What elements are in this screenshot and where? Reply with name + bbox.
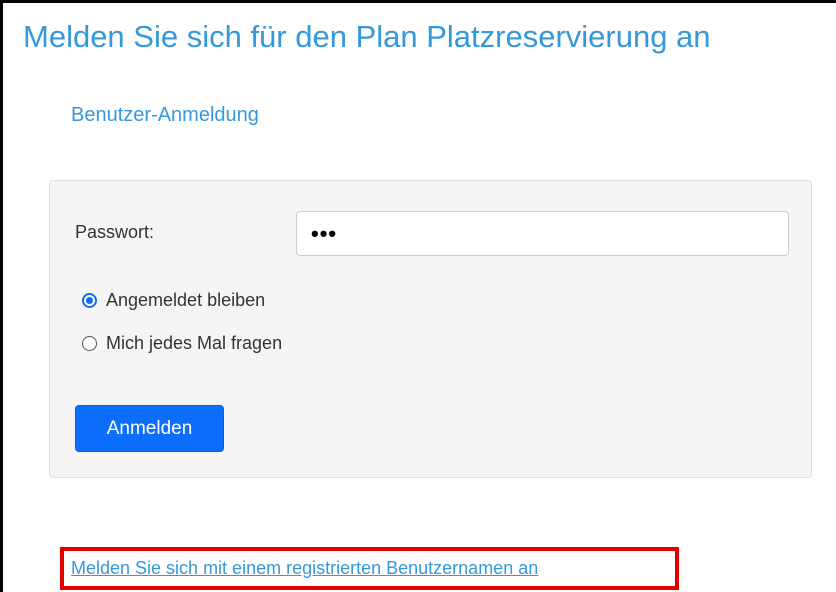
- password-input[interactable]: •••: [296, 211, 789, 256]
- radio-label-stay-signed-in: Angemeldet bleiben: [106, 290, 266, 310]
- page-frame: Melden Sie sich für den Plan Platzreserv…: [0, 0, 836, 592]
- radio-button-unchecked[interactable]: [82, 336, 97, 351]
- login-panel: Passwort: ••• Angemeldet bleiben Mich je…: [49, 180, 812, 478]
- register-username-link[interactable]: Melden Sie sich mit einem registrierten …: [71, 556, 538, 580]
- password-value: •••: [311, 220, 338, 246]
- radio-stay-signed-in[interactable]: Angemeldet bleiben: [82, 290, 265, 311]
- login-button[interactable]: Anmelden: [75, 405, 224, 452]
- password-label: Passwort:: [75, 222, 155, 242]
- radio-ask-every-time[interactable]: Mich jedes Mal fragen: [82, 333, 282, 354]
- page-title: Melden Sie sich für den Plan Platzreserv…: [23, 19, 711, 54]
- section-heading: Benutzer-Anmeldung: [71, 104, 259, 126]
- radio-label-ask-every-time: Mich jedes Mal fragen: [106, 333, 283, 353]
- radio-button-checked[interactable]: [82, 293, 97, 308]
